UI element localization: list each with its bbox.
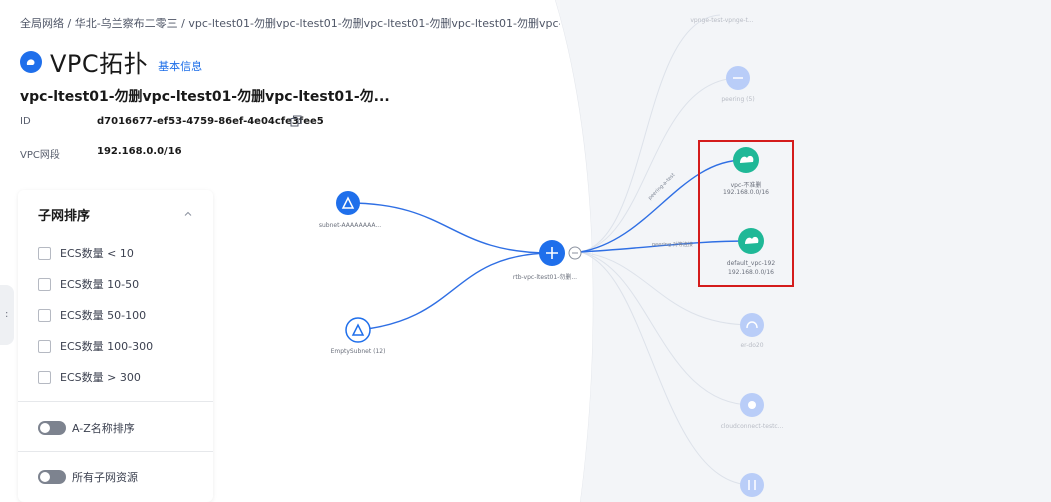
vpc-name: vpc-ltest01-勿删vpc-ltest01-勿删vpc-ltest01-…	[20, 89, 390, 105]
ecs-filter-lt10[interactable]: ECS数量 < 10	[38, 245, 134, 261]
panel-title: 子网排序	[38, 209, 91, 224]
empty-subnet-label: EmptySubnet (12)	[330, 348, 386, 355]
ecs-filter-10-50[interactable]: ECS数量 10-50	[38, 276, 139, 292]
subnet-sort-panel: 子网排序 ECS数量 < 10 ECS数量 10-50 ECS数量 50-100…	[18, 190, 213, 502]
vpc-topology-icon	[20, 50, 42, 73]
az-sort-toggle[interactable]	[38, 421, 66, 435]
az-sort-label: A-Z名称排序	[72, 422, 135, 435]
checkbox[interactable]	[38, 246, 51, 260]
all-resources-toggle-row[interactable]: 所有子网资源	[38, 469, 138, 485]
handle-glyph: :	[5, 309, 9, 320]
id-row: ID d7016677-ef53-4759-86ef-4e04cfe3fee5	[20, 116, 324, 127]
cidr-label: VPC网段	[20, 150, 60, 161]
edge-label-1: peering-a-test	[647, 172, 676, 201]
option-label: ECS数量 < 10	[60, 247, 134, 260]
panel-divider	[18, 401, 213, 402]
er-label: er-do20	[740, 342, 764, 349]
chevron-up-icon[interactable]	[184, 210, 192, 218]
faded-cloudconnect-node	[740, 393, 764, 417]
all-resources-toggle[interactable]	[38, 470, 66, 484]
checkbox[interactable]	[38, 370, 51, 384]
basic-info-link[interactable]: 基本信息	[158, 58, 202, 74]
checkbox[interactable]	[38, 339, 51, 353]
top-partial-label: vpnge-test-vpnge-t...	[690, 17, 754, 24]
faded-peering-node	[726, 66, 750, 90]
cidr-value: 192.168.0.0/16	[97, 146, 182, 157]
side-collapse-handle[interactable]: :	[0, 285, 14, 345]
peer-vpc-highlight-box	[698, 140, 794, 287]
breadcrumb[interactable]: 全局网络 / 华北-乌兰察布二零三 / vpc-ltest01-勿删vpc-lt…	[20, 15, 560, 31]
ecs-filter-100-300[interactable]: ECS数量 100-300	[38, 338, 153, 354]
subnet-a-node	[336, 191, 360, 215]
ecs-filter-gt300[interactable]: ECS数量 > 300	[38, 369, 141, 385]
faded-bottom-node	[740, 473, 764, 497]
checkbox[interactable]	[38, 308, 51, 322]
option-label: ECS数量 10-50	[60, 278, 140, 291]
copy-icon[interactable]	[290, 115, 302, 127]
edge-label-2: peering-对等连接	[652, 241, 693, 248]
id-label: ID	[20, 116, 31, 127]
cloudconnect-label: cloudconnect-testc...	[720, 423, 784, 430]
cidr-row: VPC网段 192.168.0.0/16	[20, 146, 182, 161]
faded-er-node	[740, 313, 764, 337]
all-resources-label: 所有子网资源	[72, 471, 138, 484]
title-row: VPC拓扑 基本信息	[20, 44, 202, 79]
panel-divider	[18, 451, 213, 452]
empty-subnet-node	[345, 317, 371, 343]
az-sort-toggle-row[interactable]: A-Z名称排序	[38, 420, 135, 436]
option-label: ECS数量 > 300	[60, 371, 141, 384]
subnet-a-label: subnet-AAAAAAAA...	[318, 222, 382, 229]
option-label: ECS数量 100-300	[60, 340, 154, 353]
option-label: ECS数量 50-100	[60, 309, 147, 322]
checkbox[interactable]	[38, 277, 51, 291]
ecs-filter-50-100[interactable]: ECS数量 50-100	[38, 307, 146, 323]
peering-label: peering (5)	[721, 96, 755, 103]
route-table-label: rtb-vpc-ltest01-勿删...	[512, 274, 578, 281]
page-title: VPC拓扑	[50, 50, 149, 78]
